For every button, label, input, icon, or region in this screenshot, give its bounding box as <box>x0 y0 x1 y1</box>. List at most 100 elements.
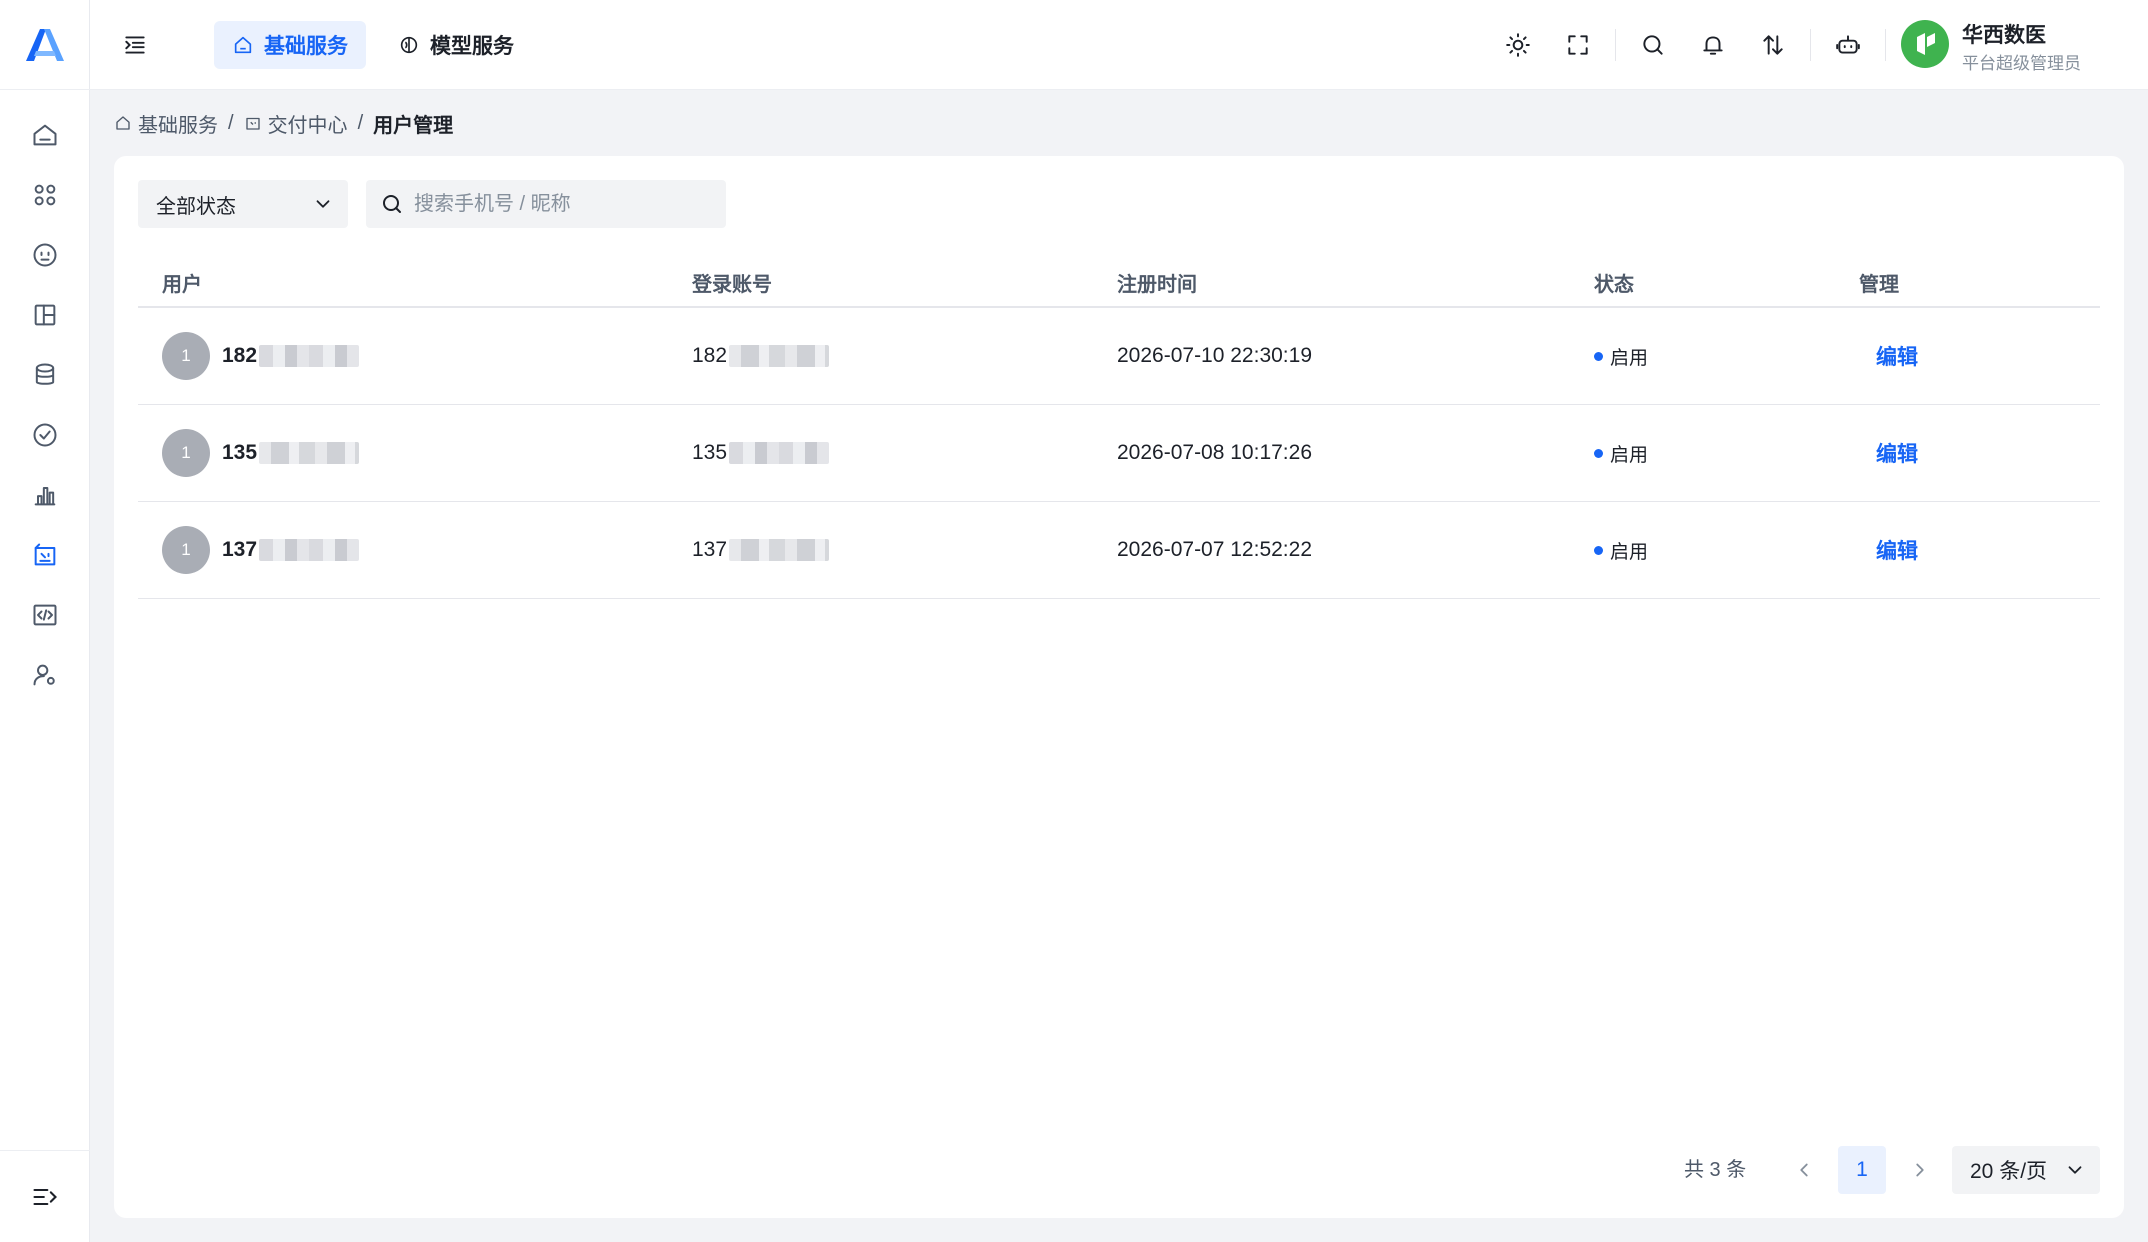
top-header: 基础服务 模型服务 华西数医 平台超级管理员 <box>90 0 2148 90</box>
sidebar-item-support[interactable] <box>0 225 90 285</box>
sidebar-item-code[interactable] <box>0 585 90 645</box>
account-cell: 137 <box>692 502 830 598</box>
sidebar-item-tasks[interactable] <box>0 405 90 465</box>
collapse-sidebar-button[interactable] <box>0 1150 90 1242</box>
user-name: 182 <box>222 344 258 367</box>
chevron-right-icon <box>1916 1163 1924 1177</box>
header-divider <box>1885 29 1886 61</box>
search-box <box>366 180 726 228</box>
redacted-mask <box>259 345 360 367</box>
assistant-button[interactable] <box>1831 28 1865 62</box>
page-size-select[interactable]: 20 条/页 <box>1952 1146 2100 1194</box>
user-table: 用户 登录账号 注册时间 状态 管理 1 182 182 2026-07-10 … <box>138 252 2100 599</box>
prev-page-button[interactable] <box>1780 1146 1828 1194</box>
column-header-registered: 注册时间 <box>1117 274 1197 296</box>
header-divider <box>1810 29 1811 61</box>
status-filter-value: 全部状态 <box>156 195 236 218</box>
account-value: 135 <box>692 441 728 464</box>
page-number-button[interactable]: 1 <box>1838 1146 1886 1194</box>
user-gear-icon <box>33 664 55 686</box>
swap-vertical-icon <box>1763 35 1783 55</box>
redacted-mask <box>729 539 830 561</box>
sidebar-item-database[interactable] <box>0 345 90 405</box>
collapse-icon <box>33 1188 57 1205</box>
brain-icon <box>400 36 418 54</box>
search-icon <box>383 195 401 213</box>
table-header: 用户 登录账号 注册时间 状态 管理 <box>138 252 2100 308</box>
org-logo-icon <box>1917 33 1935 55</box>
search-input[interactable] <box>414 192 712 216</box>
sidebar-item-analytics[interactable] <box>0 465 90 525</box>
sidebar-item-user-settings[interactable] <box>0 645 90 705</box>
sidebar-item-layout[interactable] <box>0 285 90 345</box>
tab-basic-services[interactable]: 基础服务 <box>214 21 366 69</box>
search-icon <box>1643 35 1663 55</box>
sidebar-item-home[interactable] <box>0 105 90 165</box>
app-logo[interactable] <box>0 0 90 90</box>
redacted-mask <box>259 539 360 561</box>
table-row: 1 182 182 2026-07-10 22:30:19 启用 编辑 <box>138 308 2100 405</box>
indent-icon <box>125 36 145 54</box>
bell-icon <box>1703 36 1723 55</box>
status-filter-select[interactable]: 全部状态 <box>138 180 348 228</box>
status-label: 启用 <box>1610 347 1649 369</box>
theme-toggle-button[interactable] <box>1501 28 1535 62</box>
breadcrumb-item-delivery-center[interactable]: 交付中心 <box>244 109 348 138</box>
column-header-manage: 管理 <box>1859 274 1899 296</box>
menu-toggle-button[interactable] <box>120 30 150 60</box>
support-icon <box>33 243 57 267</box>
status-label: 启用 <box>1610 444 1649 466</box>
breadcrumb-label: 基础服务 <box>138 114 218 137</box>
sidebar <box>0 0 90 1242</box>
header-divider <box>1615 29 1616 61</box>
breadcrumb-item-basic-services[interactable]: 基础服务 <box>114 109 218 138</box>
sidebar-item-delivery[interactable] <box>0 525 90 585</box>
chevron-down-icon <box>2068 1166 2082 1174</box>
check-circle-icon <box>33 423 57 447</box>
edit-link-cell: 编辑 <box>1876 308 1918 404</box>
delivery-icon <box>34 543 56 566</box>
org-name: 华西数医 <box>1962 24 2046 47</box>
redacted-mask <box>259 442 360 464</box>
column-header-user: 用户 <box>162 274 202 296</box>
transfer-button[interactable] <box>1756 28 1790 62</box>
code-icon <box>33 604 57 626</box>
registered-time: 2026-07-08 10:17:26 <box>1117 441 1312 464</box>
org-avatar[interactable] <box>1901 20 1949 68</box>
notifications-button[interactable] <box>1696 28 1730 62</box>
home-icon <box>33 124 57 146</box>
user-name: 137 <box>222 538 258 561</box>
breadcrumb-label: 交付中心 <box>267 114 348 137</box>
user-cell: 1 137 <box>162 502 360 598</box>
avatar: 1 <box>162 429 210 477</box>
status-badge: 启用 <box>1594 405 1648 501</box>
registered-time: 2026-07-10 22:30:19 <box>1117 344 1312 367</box>
user-name: 135 <box>222 441 258 464</box>
user-management-card: 全部状态 用户 登录账号 注册时间 状态 管理 1 182 182 2026-0… <box>114 156 2124 1218</box>
home-icon <box>234 36 252 54</box>
fullscreen-icon <box>1568 35 1588 55</box>
account-cell: 182 <box>692 308 830 404</box>
next-page-button[interactable] <box>1896 1146 1944 1194</box>
fullscreen-button[interactable] <box>1561 28 1595 62</box>
column-header-account: 登录账号 <box>692 274 772 296</box>
tab-model-services[interactable]: 模型服务 <box>380 21 532 69</box>
chevron-left-icon <box>1800 1163 1808 1177</box>
sidebar-item-apps[interactable] <box>0 165 90 225</box>
edit-button[interactable]: 编辑 <box>1876 341 1918 371</box>
global-search-button[interactable] <box>1636 28 1670 62</box>
edit-button[interactable]: 编辑 <box>1876 535 1918 565</box>
avatar: 1 <box>162 526 210 574</box>
status-dot <box>1594 351 1603 361</box>
avatar: 1 <box>162 332 210 380</box>
redacted-mask <box>729 442 830 464</box>
home-icon <box>116 116 130 130</box>
robot-icon <box>1836 35 1860 54</box>
table-row: 1 137 137 2026-07-07 12:52:22 启用 编辑 <box>138 502 2100 599</box>
edit-button[interactable]: 编辑 <box>1876 438 1918 468</box>
status-dot <box>1594 545 1603 555</box>
status-badge: 启用 <box>1594 502 1648 598</box>
account-value: 182 <box>692 344 728 367</box>
account-cell: 135 <box>692 405 830 501</box>
tab-label: 模型服务 <box>430 35 514 58</box>
